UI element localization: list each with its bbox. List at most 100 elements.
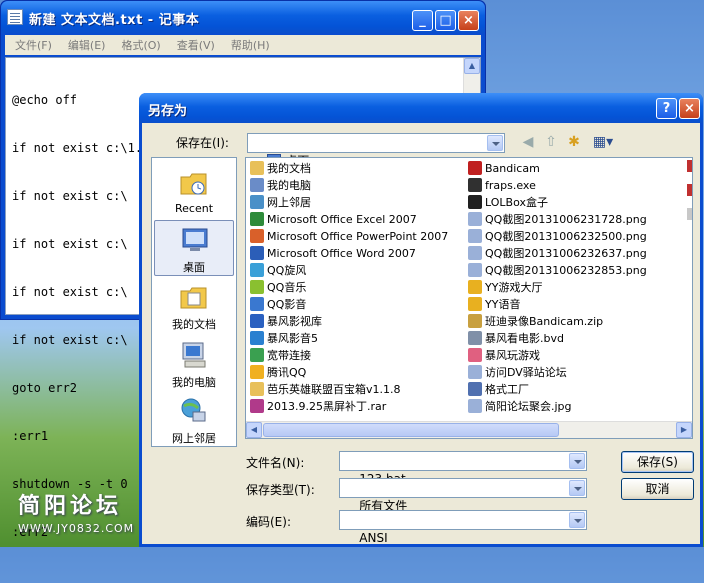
file-list[interactable]: 我的文档 我的电脑 网上邻居 Microsoft Office Excel 2007 M…	[245, 157, 693, 439]
place-my-computer[interactable]: 我的电脑	[154, 336, 234, 392]
filetype-dropdown[interactable]: 所有文件	[339, 478, 587, 513]
chevron-down-icon[interactable]	[487, 135, 503, 151]
file-item[interactable]: 简阳论坛聚会.jpg	[468, 398, 572, 415]
menu-format[interactable]: 格式(O)	[121, 37, 160, 53]
place-my-documents[interactable]: 我的文档	[154, 278, 234, 334]
filename-input[interactable]: 123.bat	[339, 451, 587, 486]
file-icon	[468, 348, 482, 362]
file-item[interactable]: 芭乐英雄联盟百宝箱v1.1.8	[250, 381, 401, 398]
my-computer-icon	[182, 342, 206, 368]
cancel-button[interactable]: 取消	[621, 478, 694, 500]
file-item[interactable]: 腾讯QQ	[250, 364, 306, 381]
minimize-button[interactable]: _	[412, 10, 433, 31]
scrollbar-thumb[interactable]	[263, 423, 559, 437]
file-item[interactable]: 格式工厂	[468, 381, 529, 398]
file-item[interactable]: 暴风看电影.bvd	[468, 330, 564, 347]
file-icon	[250, 365, 264, 379]
encoding-value: ANSI	[359, 531, 388, 545]
file-item[interactable]: QQ影音	[250, 296, 306, 313]
file-name: 宽带连接	[267, 349, 311, 362]
file-name: YY语音	[485, 298, 521, 311]
close-button[interactable]: ×	[458, 10, 479, 31]
file-name: YY游戏大厅	[485, 281, 543, 294]
file-item[interactable]: QQ截图20131006232500.png	[468, 228, 647, 245]
forum-watermark: 简阳论坛 WWW.JY0832.COM	[18, 488, 134, 535]
file-item[interactable]: 网上邻居	[250, 194, 311, 211]
file-icon	[250, 382, 264, 396]
new-folder-icon[interactable]: ✱	[565, 133, 583, 151]
notepad-title: 新建 文本文档.txt - 记事本	[29, 13, 200, 28]
menu-view[interactable]: 查看(V)	[177, 37, 215, 53]
chevron-down-icon[interactable]	[569, 512, 585, 528]
file-icon	[468, 280, 482, 294]
file-name: QQ截图20131006231728.png	[485, 213, 647, 226]
file-name: 班迪录像Bandicam.zip	[485, 315, 604, 328]
up-folder-icon[interactable]: ⇧	[542, 133, 560, 151]
file-item[interactable]: Microsoft Office Word 2007	[250, 245, 416, 262]
file-item[interactable]: 暴风影视库	[250, 313, 322, 330]
save-button[interactable]: 保存(S)	[621, 451, 694, 473]
file-item[interactable]: QQ音乐	[250, 279, 306, 296]
dialog-title-bar[interactable]: 另存为 ? ×	[139, 93, 703, 123]
file-name: 简阳论坛聚会.jpg	[485, 400, 572, 413]
file-item[interactable]: Microsoft Office PowerPoint 2007	[250, 228, 448, 245]
file-item[interactable]: YY游戏大厅	[468, 279, 542, 296]
file-name: 暴风影视库	[267, 315, 322, 328]
partial-icon-column	[687, 160, 692, 220]
file-item[interactable]: 我的文档	[250, 160, 311, 177]
file-name: fraps.exe	[485, 179, 536, 192]
scroll-left-icon[interactable]: ◀	[246, 422, 262, 438]
view-menu-icon[interactable]: ▦▾	[591, 133, 615, 151]
file-icon	[468, 382, 482, 396]
file-item[interactable]: QQ截图20131006231728.png	[468, 211, 647, 228]
file-icon	[250, 331, 264, 345]
save-in-dropdown[interactable]: 桌面	[247, 133, 505, 168]
place-label: 我的电脑	[172, 376, 216, 389]
file-icon	[468, 229, 482, 243]
back-icon[interactable]: ◀	[519, 133, 537, 151]
place-recent[interactable]: Recent	[154, 164, 234, 220]
maximize-button[interactable]: □	[435, 10, 456, 31]
file-item[interactable]: QQ旋风	[250, 262, 306, 279]
encoding-dropdown[interactable]: ANSI	[339, 510, 587, 545]
file-name: Microsoft Office Excel 2007	[267, 213, 417, 226]
chevron-down-icon[interactable]	[569, 480, 585, 496]
menu-help[interactable]: 帮助(H)	[231, 37, 270, 53]
file-item[interactable]: 宽带连接	[250, 347, 311, 364]
file-item[interactable]: 班迪录像Bandicam.zip	[468, 313, 603, 330]
file-icon	[468, 195, 482, 209]
file-item[interactable]: QQ截图20131006232853.png	[468, 262, 647, 279]
file-item[interactable]: 暴风影音5	[250, 330, 318, 347]
dialog-close-button[interactable]: ×	[679, 98, 700, 119]
file-item[interactable]: LOLBox盒子	[468, 194, 548, 211]
help-button[interactable]: ?	[656, 98, 677, 119]
file-name: Microsoft Office Word 2007	[267, 247, 416, 260]
file-item[interactable]: 访问DV驿站论坛	[468, 364, 567, 381]
save-in-label: 保存在(I):	[176, 136, 229, 150]
place-network[interactable]: 网上邻居	[154, 392, 234, 448]
menu-edit[interactable]: 编辑(E)	[68, 37, 106, 53]
notepad-title-bar[interactable]: 新建 文本文档.txt - 记事本 _ □ ×	[1, 1, 485, 33]
file-item[interactable]: Bandicam	[468, 160, 540, 177]
file-item[interactable]: 我的电脑	[250, 177, 311, 194]
file-name: Bandicam	[485, 162, 540, 175]
file-list-horizontal-scrollbar[interactable]: ◀ ▶	[246, 421, 692, 438]
chevron-down-icon[interactable]	[569, 453, 585, 469]
place-label: 桌面	[183, 261, 205, 274]
scroll-right-icon[interactable]: ▶	[676, 422, 692, 438]
file-item[interactable]: Microsoft Office Excel 2007	[250, 211, 417, 228]
place-desktop[interactable]: 桌面	[154, 220, 234, 276]
file-icon	[250, 178, 264, 192]
menu-file[interactable]: 文件(F)	[15, 37, 52, 53]
file-item[interactable]: fraps.exe	[468, 177, 536, 194]
my-documents-icon	[180, 287, 207, 309]
file-item[interactable]: YY语音	[468, 296, 520, 313]
file-name: 暴风玩游戏	[485, 349, 540, 362]
desktop-icon	[182, 228, 208, 251]
file-item[interactable]: 暴风玩游戏	[468, 347, 540, 364]
file-item[interactable]: QQ截图20131006232637.png	[468, 245, 647, 262]
file-item[interactable]: 2013.9.25黑屏补丁.rar	[250, 398, 386, 415]
scroll-up-icon[interactable]: ▲	[464, 58, 480, 74]
encoding-label: 编码(E):	[246, 515, 291, 529]
file-icon	[250, 314, 264, 328]
